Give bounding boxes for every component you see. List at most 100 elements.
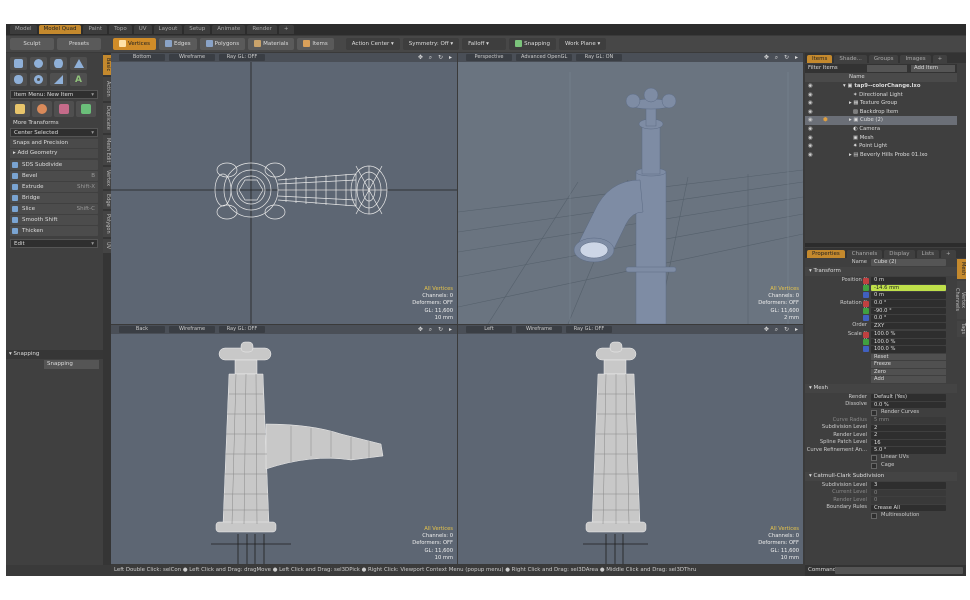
- item-row-scene[interactable]: ◉ ▾ ▣ tap9--colorChange.lxo: [805, 82, 957, 91]
- catmull-clark-header[interactable]: ▾ Catmull-Clark Subdivision: [805, 472, 957, 481]
- viewport-perspective[interactable]: Perspective Advanced OpenGL Ray GL: ON ✥…: [458, 53, 803, 324]
- render-level-field[interactable]: 2: [871, 432, 946, 439]
- visibility-eye-icon[interactable]: ◉: [808, 125, 813, 134]
- center-selected-dropdown[interactable]: Center Selected ▾: [10, 128, 98, 137]
- visibility-eye-icon[interactable]: ◉: [808, 116, 813, 125]
- viewport-back[interactable]: Back Wireframe Ray GL: OFF ✥ ⌕ ↻ ▸ All V…: [111, 325, 457, 564]
- tab-layout[interactable]: Layout: [153, 25, 183, 34]
- tab-model[interactable]: Model: [10, 25, 37, 34]
- bevel-button[interactable]: Bevel B: [10, 171, 98, 181]
- current-level-field[interactable]: 0: [871, 489, 946, 497]
- side-tab-tags[interactable]: Tags: [957, 321, 966, 337]
- dissolve-field[interactable]: 0.0 %: [871, 401, 946, 409]
- side-tab-vertex-channels[interactable]: Vertex Channels: [954, 281, 966, 319]
- transform-tool-icon[interactable]: [76, 101, 96, 117]
- tab-add-panel[interactable]: +: [932, 55, 948, 63]
- visibility-eye-icon[interactable]: ◉: [808, 82, 813, 91]
- falloff-dropdown[interactable]: Falloff ▾: [462, 38, 507, 50]
- curve-refinement-field[interactable]: 5.0 °: [871, 446, 946, 454]
- tab-add-props[interactable]: +: [941, 250, 956, 258]
- tab-images[interactable]: Images: [900, 55, 931, 63]
- item-row-directional-light[interactable]: ◉ ✶ Directional Light: [805, 91, 957, 100]
- visibility-eye-icon[interactable]: ◉: [808, 134, 813, 143]
- raygl-toggle[interactable]: Ray GL: ON: [576, 54, 622, 61]
- name-field[interactable]: Cube (2): [871, 259, 946, 266]
- render-dropdown[interactable]: Default (Yes): [871, 394, 946, 401]
- position-y-field[interactable]: -14.6 mm: [871, 284, 946, 292]
- item-row-probe[interactable]: ◉ ▸ ▤ Beverly Hills Probe 01.lxo: [805, 151, 957, 160]
- rotation-y-field[interactable]: -90.0 °: [871, 307, 946, 315]
- item-row-camera[interactable]: ◉ ◐ Camera: [805, 125, 957, 134]
- panel-divider[interactable]: [805, 243, 966, 247]
- wedge-prim-icon[interactable]: [50, 73, 67, 86]
- smooth-shift-button[interactable]: Smooth Shift: [10, 215, 98, 225]
- scale-y-field[interactable]: 100.0 %: [871, 338, 946, 346]
- viewport-nav-icons[interactable]: ✥ ⌕ ↻ ▸: [764, 54, 800, 62]
- sculpt-button[interactable]: Sculpt: [10, 38, 54, 50]
- position-x-field[interactable]: 0 m: [871, 277, 946, 284]
- rotate-tool-icon[interactable]: [32, 101, 52, 117]
- rotation-x-field[interactable]: 0.0 °: [871, 300, 946, 307]
- cylinder-prim-icon[interactable]: [50, 57, 67, 70]
- rotation-z-field[interactable]: 0.0 °: [871, 315, 946, 322]
- view-type-dropdown[interactable]: Back: [119, 326, 165, 333]
- viewport-left[interactable]: Left Wireframe Ray GL: OFF ✥ ⌕ ↻ ▸ All V…: [458, 325, 803, 564]
- tab-setup[interactable]: Setup: [184, 25, 211, 34]
- thicken-button[interactable]: Thicken: [10, 226, 98, 236]
- visibility-eye-icon[interactable]: ◉: [808, 99, 813, 108]
- item-row-mesh[interactable]: ◉ ▣ Mesh: [805, 134, 957, 143]
- polygons-mode-button[interactable]: Polygons: [199, 38, 246, 50]
- text-prim-icon[interactable]: A: [70, 73, 87, 86]
- tab-paint[interactable]: Paint: [83, 25, 108, 34]
- filter-search-input[interactable]: [867, 65, 907, 72]
- item-row-texture-group[interactable]: ◉ ▸ ▦ Texture Group: [805, 99, 957, 108]
- tab-lists[interactable]: Lists: [916, 250, 940, 258]
- tab-items[interactable]: Items: [807, 55, 833, 63]
- curve-radius-field[interactable]: 5 mm: [871, 417, 946, 424]
- cc-subdivision-field[interactable]: 3: [871, 482, 946, 489]
- work-plane-dropdown[interactable]: Work Plane ▾: [558, 38, 607, 50]
- scale-z-field[interactable]: 100.0 %: [871, 346, 946, 353]
- action-center-dropdown[interactable]: Action Center ▾: [345, 38, 400, 50]
- sds-subdivide-button[interactable]: SDS Subdivide: [10, 160, 98, 170]
- tab-display[interactable]: Display: [884, 250, 915, 258]
- visibility-eye-icon[interactable]: ◉: [808, 91, 813, 100]
- viewport-bottom[interactable]: Bottom Wireframe Ray GL: OFF ✥ ⌕ ↻ ▸ All…: [111, 53, 457, 324]
- visibility-eye-icon[interactable]: ◉: [808, 108, 813, 117]
- vertices-mode-button[interactable]: Vertices: [113, 38, 156, 50]
- add-geometry-header[interactable]: ▸ Add Geometry: [10, 149, 98, 158]
- capsule-prim-icon[interactable]: [10, 73, 27, 86]
- shading-mode-dropdown[interactable]: Wireframe: [169, 326, 215, 333]
- side-tab-mesh[interactable]: Mesh: [957, 259, 966, 279]
- viewport-nav-icons[interactable]: ✥ ⌕ ↻ ▸: [764, 326, 800, 334]
- shading-mode-dropdown[interactable]: Wireframe: [516, 326, 562, 333]
- subdivision-level-field[interactable]: 2: [871, 424, 946, 432]
- slice-button[interactable]: Slice Shift-C: [10, 204, 98, 214]
- item-row-cube[interactable]: ◉ ⬢ ▸ ▣ Cube (2): [805, 116, 957, 125]
- zero-button[interactable]: Zero: [871, 368, 946, 376]
- edit-dropdown[interactable]: Edit ▾: [10, 239, 98, 248]
- view-type-dropdown[interactable]: Bottom: [119, 54, 165, 61]
- linear-uvs-checkbox[interactable]: [871, 454, 877, 461]
- move-tool-icon[interactable]: [10, 101, 30, 117]
- item-row-backdrop[interactable]: ◉ ▨ Backdrop Item: [805, 108, 957, 117]
- tab-model-quad[interactable]: Model Quad: [38, 25, 82, 34]
- materials-mode-button[interactable]: Materials: [248, 38, 295, 50]
- edges-mode-button[interactable]: Edges: [158, 38, 197, 50]
- snapping-toggle[interactable]: Snapping: [509, 38, 556, 50]
- item-row-point-light[interactable]: ◉ ✷ Point Light: [805, 142, 957, 151]
- filter-items-dropdown[interactable]: Filter Items: [808, 64, 838, 73]
- visibility-eye-icon[interactable]: ◉: [808, 142, 813, 151]
- extrude-button[interactable]: Extrude Shift-X: [10, 182, 98, 192]
- tab-properties[interactable]: Properties: [807, 250, 845, 258]
- cube-prim-icon[interactable]: [10, 57, 27, 70]
- scale-x-field[interactable]: 100.0 %: [871, 331, 946, 338]
- symmetry-dropdown[interactable]: Symmetry: Off ▾: [402, 38, 460, 50]
- shading-mode-dropdown[interactable]: Advanced OpenGL: [516, 54, 572, 61]
- tab-topo[interactable]: Topo: [109, 25, 132, 34]
- item-menu-dropdown[interactable]: Item Menu: New Item ▾: [10, 90, 98, 99]
- raygl-toggle[interactable]: Ray GL: OFF: [566, 326, 612, 333]
- spline-patch-field[interactable]: 16: [871, 439, 946, 447]
- tab-channels[interactable]: Channels: [846, 250, 883, 258]
- tab-shader[interactable]: Shade...: [834, 55, 867, 63]
